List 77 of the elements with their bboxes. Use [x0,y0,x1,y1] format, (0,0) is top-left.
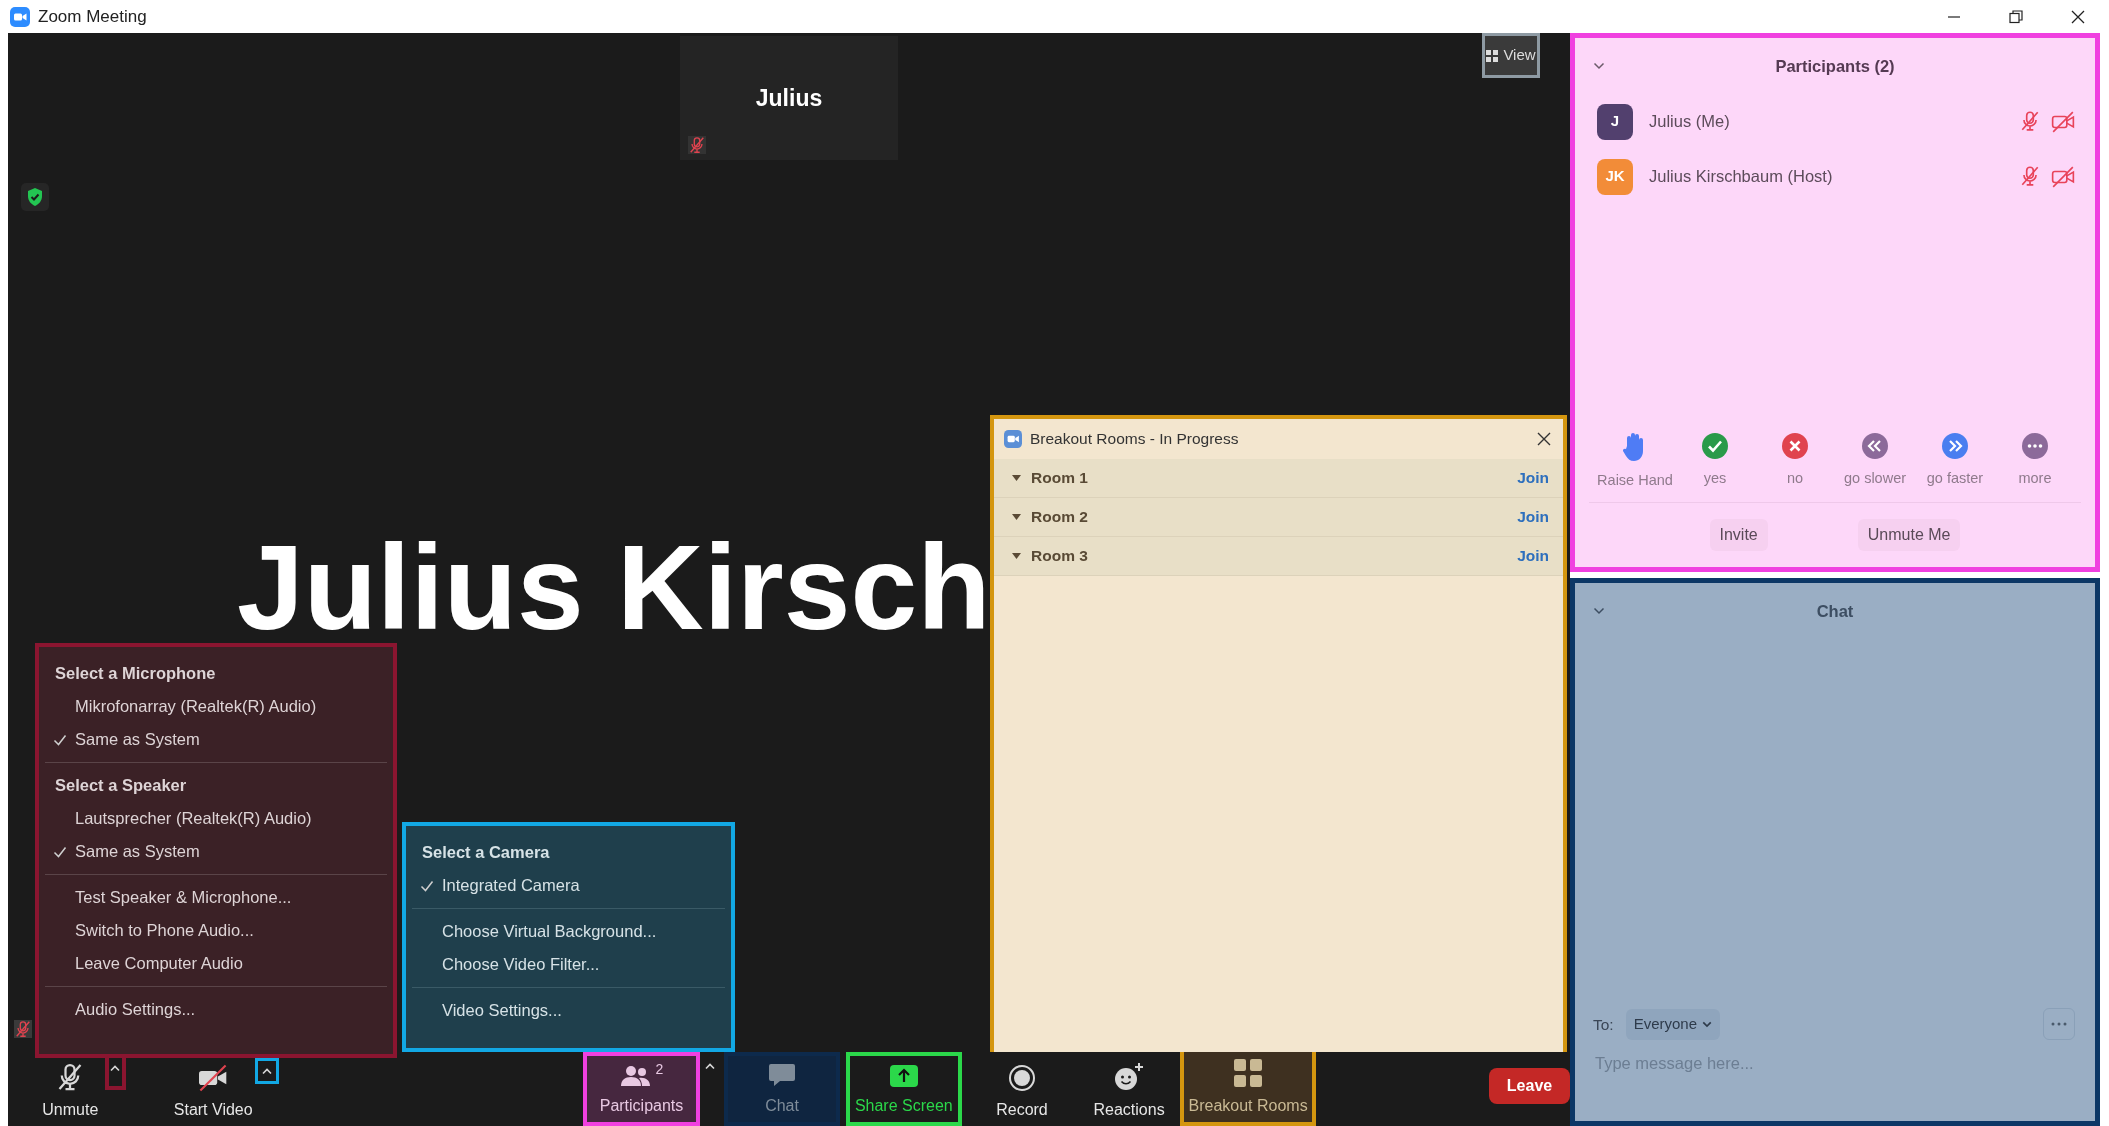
muted-camera-icon [2051,109,2075,134]
speaker-name: Julius Kirsch [237,521,991,653]
menu-item[interactable]: Mikrofonarray (Realtek(R) Audio) [75,694,317,719]
triangle-icon[interactable] [1012,475,1021,481]
reactions-button[interactable]: Reactions [1083,1052,1176,1126]
people-icon [619,1064,652,1088]
zoom-logo-icon [1004,430,1022,448]
recipient-dropdown[interactable]: Everyone [1625,1009,1721,1040]
chat-bubble-icon [768,1062,797,1088]
chevron-down-icon[interactable] [1593,62,1605,70]
close-icon[interactable] [2071,9,2085,24]
participant-name: Julius (Me) [1649,111,1730,133]
view-button[interactable]: View [1482,33,1540,78]
close-button[interactable] [1535,430,1553,448]
participant-name: Julius [755,83,823,113]
invite-button[interactable]: Invite [1709,519,1768,551]
record-button[interactable]: Record [982,1052,1062,1126]
room-name: Room 2 [1031,507,1088,528]
muted-mic-icon [688,136,706,154]
menu-item[interactable]: Switch to Phone Audio... [75,918,254,943]
breakout-rooms-button[interactable]: Breakout Rooms [1180,1052,1317,1126]
shield-icon [21,183,49,211]
chevron-down-icon[interactable] [1593,607,1605,615]
more-icon [2051,1022,2067,1027]
menu-item[interactable]: Test Speaker & Microphone... [75,885,292,910]
menu-item[interactable]: Same as System [75,839,200,864]
menu-heading: Select a Speaker [54,775,188,796]
unmute-me-button[interactable]: Unmute Me [1857,519,1961,551]
menu-item[interactable]: Choose Virtual Background... [442,919,657,944]
menu-item[interactable]: Same as System [75,727,200,752]
menu-item[interactable]: Choose Video Filter... [442,952,600,977]
menu-item[interactable]: Audio Settings... [75,997,196,1022]
room-name: Room 1 [1031,468,1088,489]
room-name: Room 3 [1031,546,1088,567]
menu-item[interactable]: Integrated Camera [442,873,580,898]
close-icon [1537,432,1551,446]
menu-item[interactable]: Video Settings... [442,998,562,1023]
join-link[interactable]: Join [1517,544,1549,568]
avatar: J [1597,103,1633,140]
participants-button[interactable]: 2 Participants [582,1052,701,1126]
share-screen-button[interactable]: Share Screen [845,1052,962,1126]
muted-mic-icon [2019,164,2041,187]
menu-item[interactable]: Leave Computer Audio [75,951,243,976]
caret-icon [704,1062,717,1070]
leave-button[interactable]: Leave [1489,1068,1570,1104]
muted-camera-icon [2051,164,2075,189]
share-screen-icon [888,1064,919,1088]
four-squares-icon [1233,1058,1264,1088]
video-options-button[interactable] [255,1058,279,1084]
menu-heading: Select a Camera [421,842,551,863]
panel-title: Participants (2) [1775,55,1895,77]
window-title: Breakout Rooms - In Progress [1030,429,1239,450]
chevron-down-icon [1702,1020,1713,1028]
unmute-button[interactable]: Unmute [36,1052,105,1126]
start-video-button[interactable]: Start Video [171,1052,256,1126]
window-title: Zoom Meeting [38,5,147,28]
caret-icon [109,1064,122,1072]
chat-button[interactable]: Chat [724,1052,840,1126]
smiley-plus-icon [1113,1062,1146,1092]
muted-mic-icon [2019,109,2041,132]
join-link[interactable]: Join [1517,466,1549,490]
to-label: To: [1593,1014,1614,1035]
record-icon [1007,1064,1036,1092]
triangle-icon[interactable] [1012,514,1021,520]
participant-name: Julius Kirschbaum (Host) [1649,166,1833,188]
restore-icon[interactable] [2009,9,2023,24]
grid-icon [1486,49,1499,62]
zoom-logo-icon [10,7,30,28]
muted-mic-icon [14,1020,32,1038]
triangle-icon[interactable] [1012,553,1021,559]
menu-heading: Select a Microphone [54,663,217,684]
panel-title: Chat [1816,600,1854,622]
join-link[interactable]: Join [1517,505,1549,529]
caret-icon [260,1067,273,1075]
menu-item[interactable]: Lautsprecher (Realtek(R) Audio) [75,806,312,831]
participant-count: 2 [655,1062,664,1076]
avatar: JK [1597,158,1633,195]
